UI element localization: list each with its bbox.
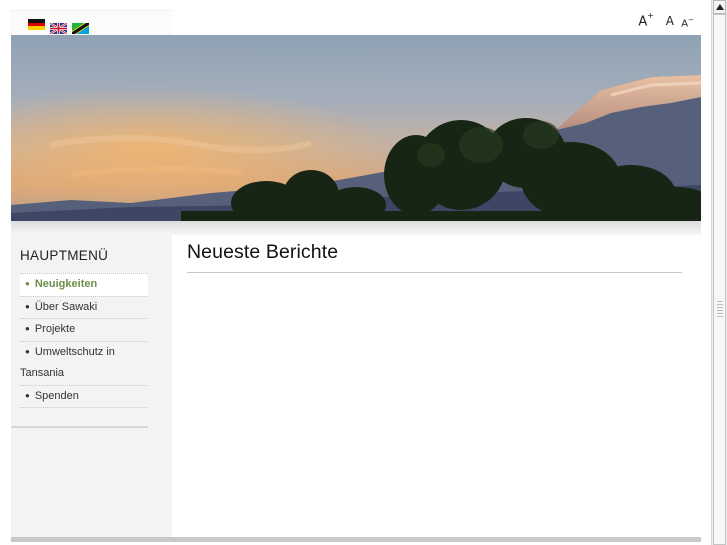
footer-bar xyxy=(11,537,701,542)
menu-item-neuigkeiten[interactable]: ● Neuigkeiten xyxy=(20,273,148,296)
plus-icon: + xyxy=(647,11,654,20)
bullet-icon: ● xyxy=(25,324,30,333)
menu-item-label: Neuigkeiten xyxy=(34,278,98,290)
bullet-icon: ● xyxy=(25,301,30,311)
menu-item-spenden[interactable]: ● Spenden xyxy=(20,384,148,408)
bullet-icon: ● xyxy=(25,390,30,400)
tanzania-flag-icon[interactable] xyxy=(70,19,91,37)
sidebar-divider xyxy=(11,426,148,428)
arrow-up-icon xyxy=(716,4,724,10)
font-increase-button[interactable]: A+ xyxy=(638,11,654,30)
font-increase-label: A xyxy=(638,14,648,30)
scroll-up-button[interactable] xyxy=(713,0,726,14)
uk-flag-icon[interactable] xyxy=(49,19,68,35)
main-menu-title: HAUPTMENÜ xyxy=(20,248,109,263)
main-content: Neueste Berichte xyxy=(172,235,701,540)
title-divider xyxy=(187,272,682,273)
grip-icon xyxy=(717,301,723,317)
header-banner-image xyxy=(11,35,701,221)
menu-item-label: Über Sawaki xyxy=(34,300,98,313)
menu-item-ueber-sawaki[interactable]: ● Über Sawaki xyxy=(20,295,148,319)
font-reset-button[interactable]: A xyxy=(666,15,674,27)
bullet-icon: ● xyxy=(25,346,30,356)
page-title: Neueste Berichte xyxy=(187,241,339,263)
menu-item-label: Umweltschutz in Tansania xyxy=(20,345,115,380)
minus-icon: − xyxy=(688,16,694,24)
page: A+ A A− HAUPTMENÜ ● Neuigkeiten ● Über S… xyxy=(0,0,711,545)
menu-item-label: Projekte xyxy=(34,323,76,335)
banner-divider xyxy=(11,221,701,235)
german-flag-icon[interactable] xyxy=(28,19,45,30)
font-decrease-button[interactable]: A− xyxy=(681,17,694,29)
vertical-scrollbar[interactable] xyxy=(711,0,727,545)
scroll-thumb[interactable] xyxy=(713,14,726,545)
top-bar: A+ A A− xyxy=(0,0,711,37)
menu-item-umweltschutz[interactable]: ● Umweltschutz in Tansania xyxy=(20,340,148,385)
sidebar: HAUPTMENÜ ● Neuigkeiten ● Über Sawaki ● Pro… xyxy=(11,235,172,540)
language-selector xyxy=(11,10,172,37)
menu-item-label: Spenden xyxy=(34,389,79,402)
menu-item-projekte[interactable]: ● Projekte xyxy=(20,318,148,341)
main-menu: ● Neuigkeiten ● Über Sawaki ● Projekte ● Umw… xyxy=(20,273,148,408)
bullet-icon: ● xyxy=(25,279,30,288)
